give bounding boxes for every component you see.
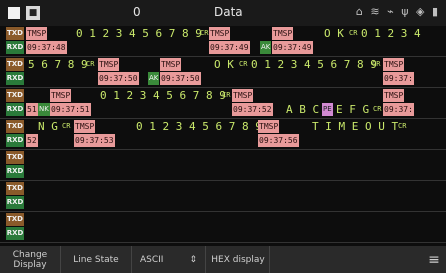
cr-marker: CR xyxy=(373,105,382,113)
txd-tag: TXD xyxy=(6,89,24,102)
data-row-7: TXD RXD xyxy=(0,212,446,243)
timestamp-value: 09:37:51 xyxy=(50,103,91,116)
data-row-5: TXD RXD xyxy=(0,150,446,181)
data-row-1: TXD RXD TMSP 09:37:48 0 1 2 3 4 5 6 7 8 … xyxy=(0,26,446,57)
bottom-toolbar: Change Display Line State ASCII ⇕ HEX di… xyxy=(0,246,446,273)
status-icons: ⌂ ≋ ⌁ ψ ◈ ▮ xyxy=(355,5,440,18)
tx-data-text: T I M E O U T xyxy=(312,120,399,133)
timestamp-label: TMSP xyxy=(98,58,120,71)
txd-tag: TXD xyxy=(6,182,24,195)
rxd-tag: RXD xyxy=(6,41,24,54)
timestamp-value: 09:37: xyxy=(383,103,414,116)
timestamp-label: TMSP xyxy=(26,27,48,40)
line-state-button[interactable]: Line State xyxy=(61,246,132,273)
timestamp-label: TMSP xyxy=(272,27,294,40)
timestamp-value: 09:37: xyxy=(383,72,414,85)
chevron-updown-icon: ⇕ xyxy=(189,254,197,265)
timestamp-value: 09:37:49 xyxy=(272,41,313,54)
txd-tag: TXD xyxy=(6,27,24,40)
tx-data-text: 0 1 2 3 4 xyxy=(361,27,421,40)
data-row-2: TXD RXD 5 6 7 8 9 CR TMSP 09:37:50 AK TM… xyxy=(0,57,446,88)
timestamp-label: TMSP xyxy=(383,89,405,102)
byte-count: 0 xyxy=(133,5,141,19)
data-row-4: TXD RXD 52 N G CR TMSP 09:37:53 0 1 2 3 … xyxy=(0,119,446,150)
tx-data-text: N G xyxy=(38,120,58,133)
cr-marker: CR xyxy=(62,122,71,130)
tx-data-text: 0 1 2 3 4 5 6 7 8 9 xyxy=(136,120,262,133)
change-display-button[interactable]: Change Display xyxy=(0,246,61,273)
cr-marker: CR xyxy=(372,60,381,68)
timestamp-value: 09:37:53 xyxy=(74,134,115,147)
timestamp-value: 51 xyxy=(26,103,38,116)
tx-data-text: 0 1 2 3 4 5 6 7 8 9 xyxy=(100,89,226,102)
timestamp-value: 52 xyxy=(26,134,38,147)
cr-marker: CR xyxy=(349,29,358,37)
ascii-select[interactable]: ASCII ⇕ xyxy=(132,246,206,273)
rxd-tag: RXD xyxy=(6,165,24,178)
cr-marker: CR xyxy=(222,91,231,99)
timestamp-label: TMSP xyxy=(209,27,231,40)
hex-display-button[interactable]: HEX display xyxy=(207,246,270,273)
ascii-label: ASCII xyxy=(140,254,164,265)
timestamp-value: 09:37:50 xyxy=(160,72,201,85)
timestamp-label: TMSP xyxy=(383,58,405,71)
txd-tag: TXD xyxy=(6,151,24,164)
cr-marker: CR xyxy=(398,122,407,130)
txd-tag: TXD xyxy=(6,213,24,226)
timestamp-value: 09:37:49 xyxy=(209,41,250,54)
timestamp-label: TMSP xyxy=(160,58,182,71)
ack-marker: AK xyxy=(260,41,272,54)
tx-data-text: 0 1 2 3 4 5 6 7 8 9 xyxy=(251,58,377,71)
rxd-tag: RXD xyxy=(6,103,24,116)
timestamp-value: 09:37:48 xyxy=(26,41,67,54)
tx-data-text: 5 6 7 8 9 xyxy=(28,58,88,71)
timestamp-label: TMSP xyxy=(258,120,280,133)
rxd-tag: RXD xyxy=(6,134,24,147)
record-badge-icon[interactable]: ■ xyxy=(26,6,40,20)
top-status-bar: ■ 0 Data ⌂ ≋ ⌁ ψ ◈ ▮ xyxy=(0,0,446,26)
cr-marker: CR xyxy=(86,60,95,68)
timestamp-label: TMSP xyxy=(50,89,72,102)
tx-data-text: O K xyxy=(324,27,344,40)
menu-icon[interactable]: ≡ xyxy=(422,246,446,273)
data-monitor-area: TXD RXD TMSP 09:37:48 0 1 2 3 4 5 6 7 8 … xyxy=(0,26,446,246)
txd-tag: TXD xyxy=(6,58,24,71)
tx-data-text: 0 1 2 3 4 5 6 7 8 9 xyxy=(76,27,202,40)
nak-marker: NK xyxy=(38,103,50,116)
rxd-tag: RXD xyxy=(6,72,24,85)
timestamp-value: 09:37:52 xyxy=(232,103,273,116)
cr-marker: CR xyxy=(200,29,209,37)
timestamp-value: 09:37:56 xyxy=(258,134,299,147)
timestamp-value: 09:37:50 xyxy=(98,72,139,85)
stop-icon[interactable] xyxy=(8,7,20,19)
timestamp-label: TMSP xyxy=(232,89,254,102)
parity-error-marker: PE xyxy=(322,103,333,116)
tx-data-text: O K xyxy=(214,58,234,71)
rxd-tag: RXD xyxy=(6,227,24,240)
txd-tag: TXD xyxy=(6,120,24,133)
rxd-tag: RXD xyxy=(6,196,24,209)
rx-data-text: A B C xyxy=(286,103,320,116)
data-row-6: TXD RXD xyxy=(0,181,446,212)
rx-data-text: E F G xyxy=(336,103,370,116)
ack-marker: AK xyxy=(148,72,160,85)
cr-marker: CR xyxy=(239,60,248,68)
timestamp-label: TMSP xyxy=(74,120,96,133)
page-title: Data xyxy=(214,5,243,19)
data-row-3: TXD RXD 51 NK TMSP 09:37:51 0 1 2 3 4 5 … xyxy=(0,88,446,119)
